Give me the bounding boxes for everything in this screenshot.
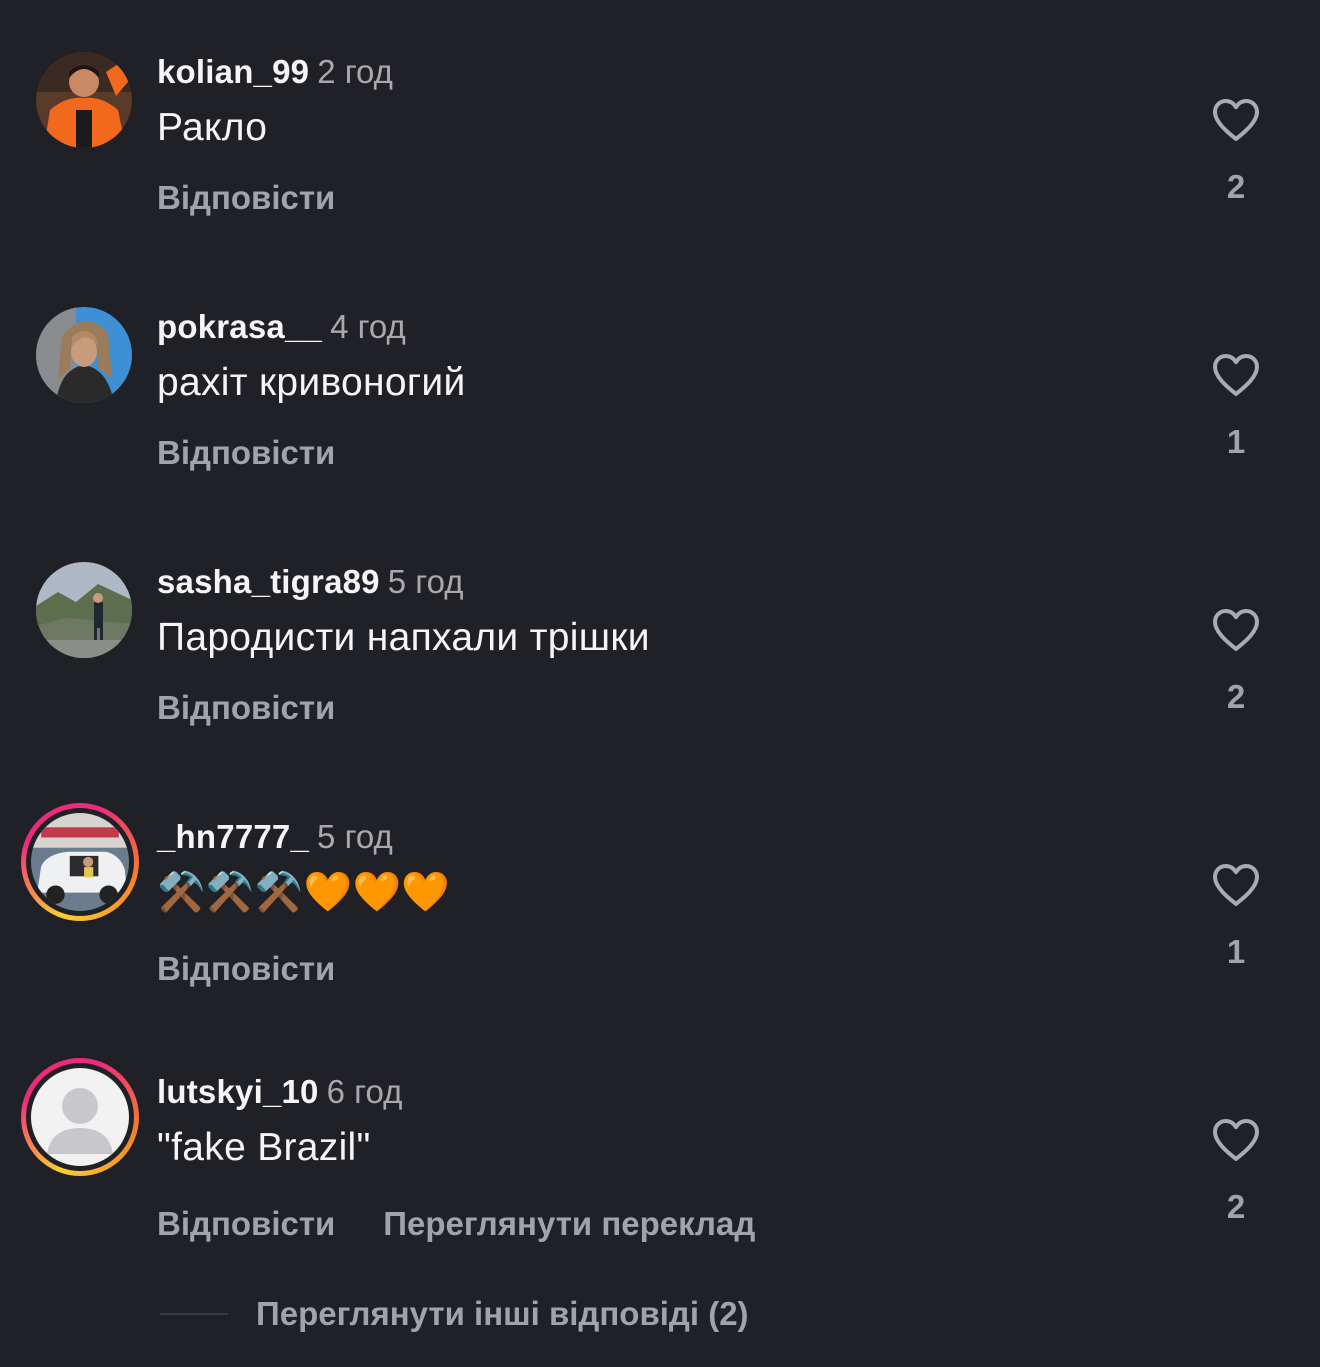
like-count: 1 xyxy=(1226,933,1246,970)
comment-actions: Відповісти xyxy=(157,947,335,991)
like-count: 2 xyxy=(1226,678,1246,715)
username[interactable]: _hn7777_ xyxy=(157,818,309,855)
avatar-image xyxy=(31,1068,129,1166)
comment-header: kolian_99 2 год xyxy=(157,52,393,92)
avatar-image xyxy=(36,52,132,148)
divider xyxy=(160,1313,228,1315)
like-control: 2 xyxy=(1200,1117,1272,1225)
heart-icon[interactable] xyxy=(1211,862,1261,908)
like-count: 1 xyxy=(1226,423,1246,460)
comment-item: pokrasa__ 4 год рахіт кривоногий Відповіс… xyxy=(0,307,1320,547)
heart-icon[interactable] xyxy=(1211,352,1261,398)
comment-item: _hn7777_ 5 год ⚒️⚒️⚒️🧡🧡🧡 Відповісти 1 xyxy=(0,803,1320,1057)
timestamp: 2 год xyxy=(317,53,393,90)
comment-text: рахіт кривоногий xyxy=(157,361,466,404)
timestamp: 6 год xyxy=(326,1073,403,1110)
comment-item: kolian_99 2 год Ракло Відповісти 2 xyxy=(0,52,1320,292)
comment-actions: Відповісти Переглянути переклад xyxy=(157,1202,755,1246)
reply-button[interactable]: Відповісти xyxy=(157,434,335,471)
comment-header: lutskyi_10 6 год xyxy=(157,1072,402,1112)
like-count: 2 xyxy=(1226,168,1246,205)
like-control: 1 xyxy=(1200,352,1272,460)
heart-icon[interactable] xyxy=(1211,97,1261,143)
comment-text: "fake Brazil" xyxy=(157,1126,371,1169)
comment-text: Пародисти напхали трішки xyxy=(157,616,650,659)
username[interactable]: kolian_99 xyxy=(157,53,309,90)
like-control: 2 xyxy=(1200,607,1272,715)
avatar-image xyxy=(36,307,132,403)
heart-icon[interactable] xyxy=(1211,607,1261,653)
comment-item: sasha_tigra89 5 год Пародисти напхали трі… xyxy=(0,562,1320,802)
reply-button[interactable]: Відповісти xyxy=(157,179,335,216)
comment-header: sasha_tigra89 5 год xyxy=(157,562,463,602)
comment-actions: Відповісти xyxy=(157,176,335,220)
view-more-replies-label[interactable]: Переглянути інші відповіді (2) xyxy=(256,1290,749,1338)
heart-icon[interactable] xyxy=(1211,1117,1261,1163)
timestamp: 5 год xyxy=(317,818,393,855)
timestamp: 5 год xyxy=(387,563,464,600)
username[interactable]: sasha_tigra89 xyxy=(157,563,380,600)
username[interactable]: pokrasa__ xyxy=(157,308,322,345)
see-translation-button[interactable]: Переглянути переклад xyxy=(383,1205,755,1242)
avatar-image xyxy=(31,813,129,911)
default-user-icon xyxy=(31,1068,129,1166)
avatar-story-ring[interactable] xyxy=(21,1058,139,1176)
username[interactable]: lutskyi_10 xyxy=(157,1073,319,1110)
comment-header: pokrasa__ 4 год xyxy=(157,307,406,347)
reply-button[interactable]: Відповісти xyxy=(157,1205,335,1242)
avatar[interactable] xyxy=(36,307,132,403)
reply-button[interactable]: Відповісти xyxy=(157,689,335,726)
like-control: 1 xyxy=(1200,862,1272,970)
comment-header: _hn7777_ 5 год xyxy=(157,817,393,857)
comment-actions: Відповісти xyxy=(157,686,335,730)
like-control: 2 xyxy=(1200,97,1272,205)
timestamp: 4 год xyxy=(330,308,406,345)
comment-text: ⚒️⚒️⚒️🧡🧡🧡 xyxy=(157,871,451,914)
reply-button[interactable]: Відповісти xyxy=(157,950,335,987)
avatar[interactable] xyxy=(36,562,132,658)
comment-actions: Відповісти xyxy=(157,431,335,475)
comment-item: lutskyi_10 6 год "fake Brazil" Відповісти… xyxy=(0,1058,1320,1312)
comment-text: Ракло xyxy=(157,106,268,149)
avatar[interactable] xyxy=(36,52,132,148)
avatar-image xyxy=(36,562,132,658)
avatar-story-ring[interactable] xyxy=(21,803,139,921)
like-count: 2 xyxy=(1226,1188,1246,1225)
